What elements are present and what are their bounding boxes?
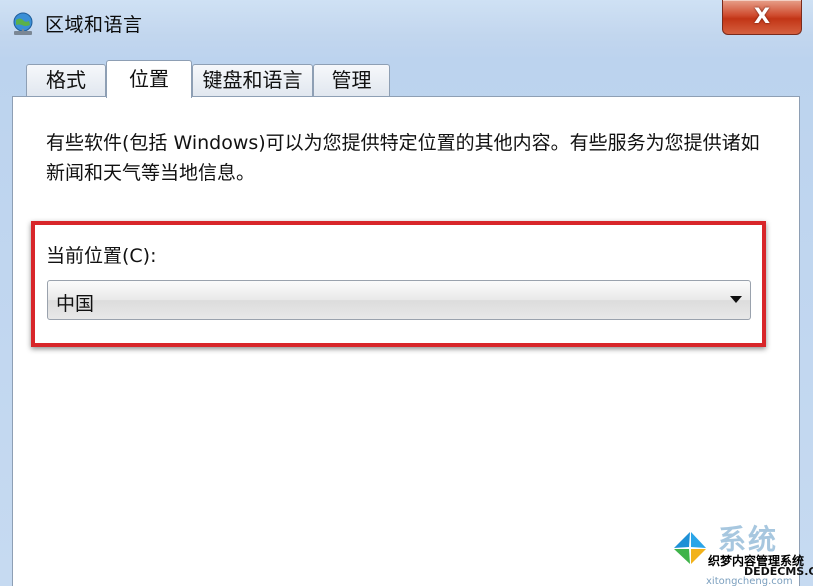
region-language-dialog: 区域和语言 X 格式 位置 键盘和语言 管理 有些软件(包括 Windows)可… bbox=[0, 0, 813, 586]
window-title: 区域和语言 bbox=[45, 14, 143, 36]
tab-keyboards-and-languages[interactable]: 键盘和语言 bbox=[192, 64, 313, 96]
watermark-text-site: xitongcheng.com bbox=[706, 576, 793, 586]
tab-location[interactable]: 位置 bbox=[106, 60, 192, 98]
watermark: 系统 织梦内容管理系统 DEDECMS.COM xitongcheng.com bbox=[668, 518, 813, 586]
current-location-label: 当前位置(C): bbox=[46, 245, 157, 267]
tab-formats[interactable]: 格式 bbox=[26, 64, 106, 96]
current-location-select[interactable]: 中国 bbox=[47, 280, 751, 320]
tab-administrative[interactable]: 管理 bbox=[313, 64, 390, 96]
globe-network-icon bbox=[13, 12, 33, 35]
close-button[interactable]: X bbox=[722, 0, 802, 35]
title-bar[interactable]: 区域和语言 X bbox=[0, 0, 813, 50]
windows-logo-icon bbox=[670, 528, 710, 568]
chevron-down-icon bbox=[730, 296, 742, 303]
close-icon: X bbox=[753, 4, 771, 28]
location-description: 有些软件(包括 Windows)可以为您提供特定位置的其他内容。有些服务为您提供… bbox=[46, 132, 760, 184]
current-location-value: 中国 bbox=[56, 293, 95, 315]
